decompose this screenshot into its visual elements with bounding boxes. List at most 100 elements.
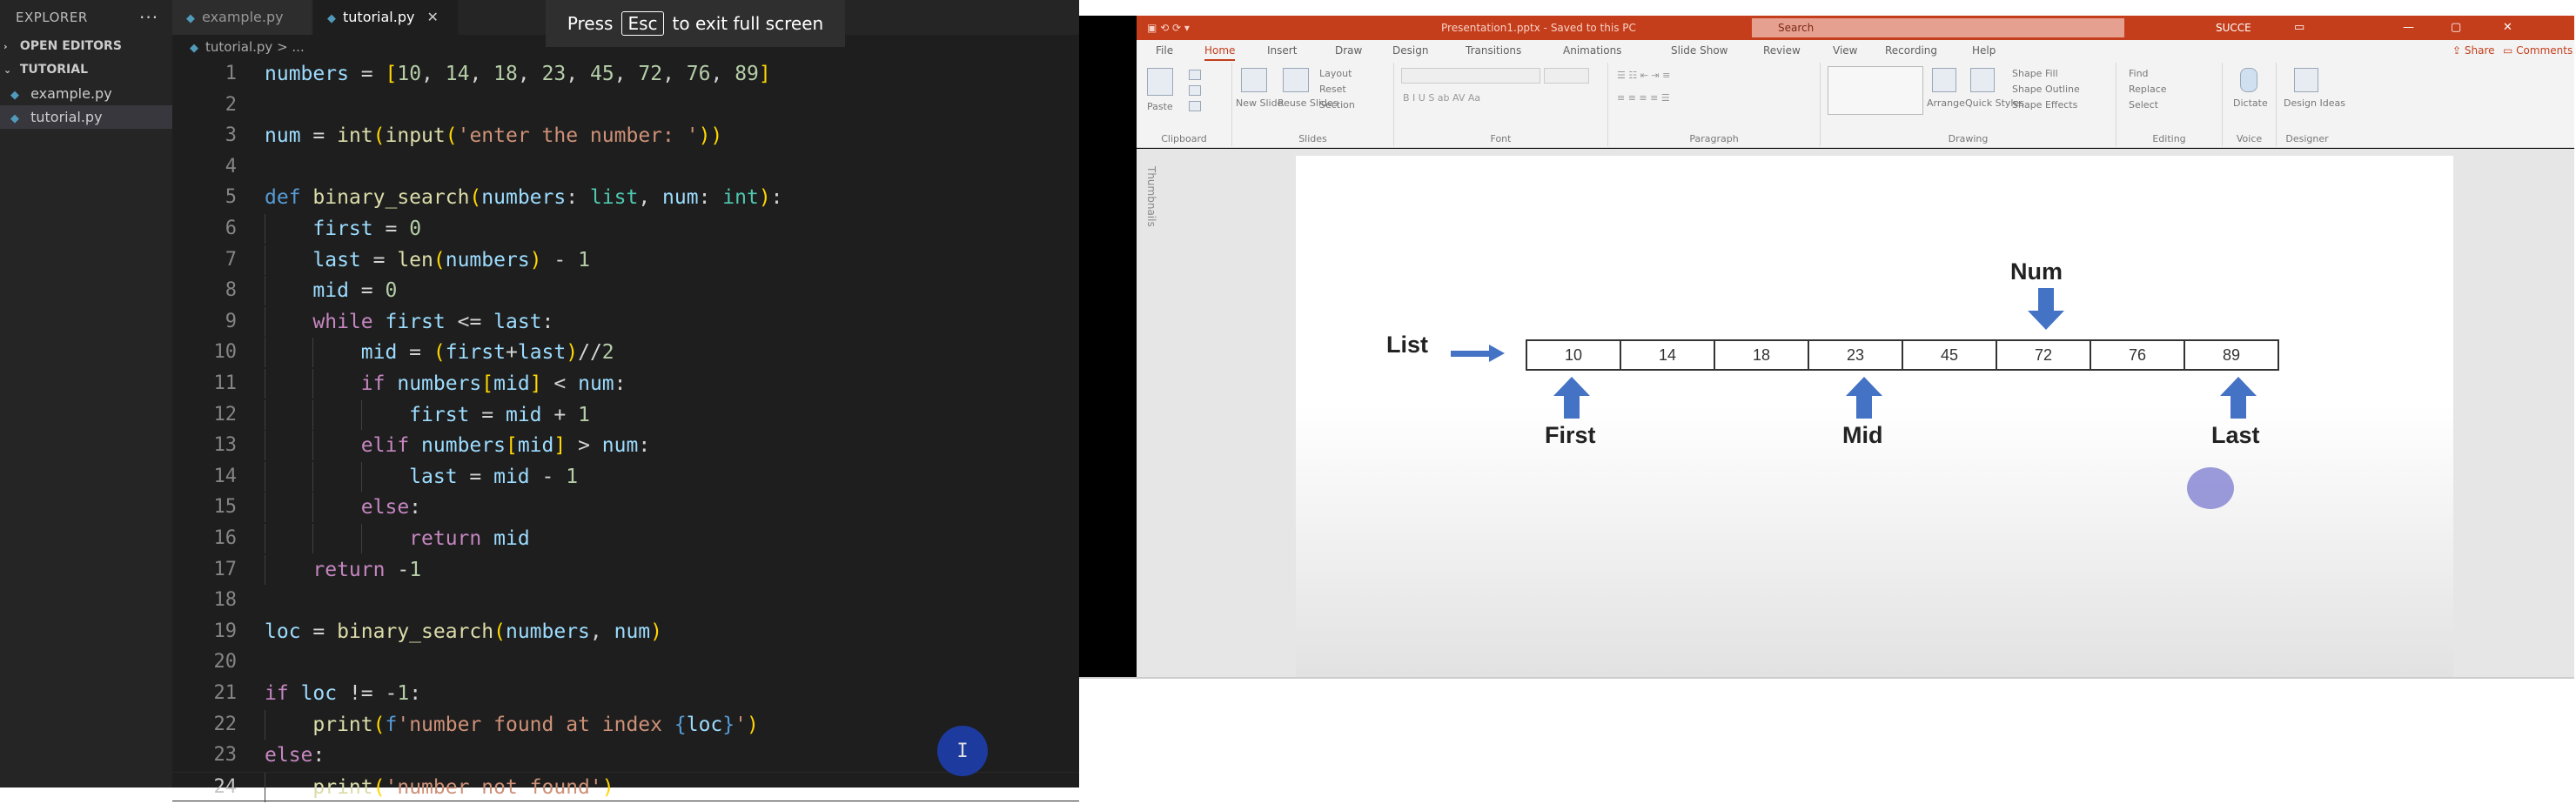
- code-line[interactable]: 13 elif numbers[mid] > num:: [172, 431, 1079, 460]
- designer-icon[interactable]: [2294, 68, 2318, 92]
- code-line[interactable]: 15 else:: [172, 493, 1079, 522]
- font-size-dropdown[interactable]: [1544, 68, 1589, 84]
- code-line[interactable]: 17 return -1: [172, 555, 1079, 585]
- code-line[interactable]: 24 print('number not found'): [172, 772, 1079, 802]
- code-text: first = 0: [312, 218, 422, 240]
- arrange-icon[interactable]: [1932, 68, 1956, 92]
- tab-recording[interactable]: Recording: [1885, 40, 1937, 61]
- line-number: 9: [225, 311, 237, 332]
- tab-design[interactable]: Design: [1392, 40, 1428, 61]
- code-line[interactable]: 14 last = mid - 1: [172, 462, 1079, 492]
- shape-fill-button[interactable]: Shape Fill: [2012, 68, 2058, 79]
- select-button[interactable]: Select: [2129, 99, 2158, 111]
- new-slide-button[interactable]: New Slide: [1236, 97, 1283, 109]
- tab-home[interactable]: Home: [1204, 40, 1236, 61]
- tab-review[interactable]: Review: [1763, 40, 1801, 61]
- code-text: elif numbers[mid] > num:: [360, 434, 651, 457]
- tab-tutorial-py[interactable]: ◆ tutorial.py ✕: [313, 0, 458, 35]
- code-line[interactable]: 4: [172, 152, 1079, 182]
- line-number: 11: [213, 372, 238, 394]
- file-tutorial-py[interactable]: ◆ tutorial.py: [0, 105, 172, 129]
- tab-view[interactable]: View: [1833, 40, 1857, 61]
- reuse-slides-icon[interactable]: [1283, 68, 1309, 92]
- close-tab-icon[interactable]: ✕: [426, 9, 438, 25]
- more-actions-icon[interactable]: ···: [139, 0, 158, 35]
- format-painter-icon[interactable]: [1189, 101, 1201, 111]
- align-buttons[interactable]: ≡ ≡ ≡ ≡ ☰: [1617, 92, 1670, 104]
- code-line[interactable]: 6 first = 0: [172, 214, 1079, 244]
- code-line[interactable]: 2: [172, 90, 1079, 120]
- shape-effects-button[interactable]: Shape Effects: [2012, 99, 2077, 111]
- powerpoint-window: ▣ ⟲ ⟳ ▾ Presentation1.pptx - Saved to th…: [1079, 16, 2574, 677]
- share-button[interactable]: ⇪ Share: [2452, 42, 2495, 59]
- code-line[interactable]: 21 if loc != -1:: [172, 679, 1079, 708]
- code-line[interactable]: 10 mid = (first+last)//2: [172, 338, 1079, 367]
- array-cell: 23: [1808, 339, 1903, 371]
- comments-button[interactable]: ▭ Comments: [2503, 42, 2573, 59]
- shapes-gallery[interactable]: [1828, 66, 1923, 115]
- file-example-py[interactable]: ◆ example.py: [0, 82, 172, 105]
- quick-access-toolbar[interactable]: ▣ ⟲ ⟳ ▾: [1147, 16, 1190, 40]
- new-slide-icon[interactable]: [1241, 68, 1267, 92]
- tab-example-py[interactable]: ◆ example.py: [172, 0, 312, 35]
- code-line[interactable]: 5 def binary_search(numbers: list, num: i…: [172, 183, 1079, 212]
- list-buttons[interactable]: ☰ ☷ ⇤ ⇥ ≡: [1617, 70, 1670, 81]
- tab-animations[interactable]: Animations: [1563, 40, 1621, 61]
- font-name-dropdown[interactable]: [1401, 68, 1540, 84]
- reset-button[interactable]: Reset: [1319, 84, 1346, 95]
- copy-icon[interactable]: [1189, 85, 1201, 96]
- tab-slide-show[interactable]: Slide Show: [1671, 40, 1727, 61]
- code-line[interactable]: 12 first = mid + 1: [172, 400, 1079, 430]
- cut-icon[interactable]: [1189, 70, 1201, 80]
- tutorial-folder[interactable]: ⌄ TUTORIAL: [0, 58, 172, 82]
- paste-button[interactable]: Paste: [1147, 101, 1173, 112]
- code-line[interactable]: 18: [172, 586, 1079, 615]
- line-number: 23: [213, 744, 238, 766]
- design-ideas-button[interactable]: Design Ideas: [2284, 97, 2345, 109]
- tab-file[interactable]: File: [1156, 40, 1173, 61]
- code-line[interactable]: 8 mid = 0: [172, 276, 1079, 305]
- code-line[interactable]: 11 if numbers[mid] < num:: [172, 369, 1079, 399]
- ribbon-display-icon[interactable]: ▭: [2294, 16, 2304, 40]
- tab-help[interactable]: Help: [1972, 40, 1996, 61]
- user-name[interactable]: SUCCE: [2216, 16, 2251, 40]
- python-file-icon: ◆: [10, 89, 19, 102]
- code-line[interactable]: 20: [172, 647, 1079, 677]
- layout-button[interactable]: Layout: [1319, 68, 1352, 79]
- code-line[interactable]: 19 loc = binary_search(numbers, num): [172, 617, 1079, 647]
- font-format-buttons[interactable]: B I U S ab AV Aa: [1403, 92, 1480, 104]
- close-icon[interactable]: ✕: [2503, 16, 2512, 40]
- code-line[interactable]: 1 numbers = [10, 14, 18, 23, 45, 72, 76, …: [172, 59, 1079, 89]
- code-line[interactable]: 7 last = len(numbers) - 1: [172, 245, 1079, 275]
- section-button[interactable]: Section: [1319, 99, 1355, 111]
- open-editors-section[interactable]: › OPEN EDITORS: [0, 35, 172, 58]
- shape-outline-button[interactable]: Shape Outline: [2012, 84, 2080, 95]
- voice-group: Dictate Voice: [2223, 63, 2277, 146]
- maximize-icon[interactable]: ▢: [2451, 16, 2461, 40]
- group-label: Font: [1490, 133, 1512, 144]
- find-button[interactable]: Find: [2129, 68, 2149, 79]
- arrange-button[interactable]: Arrange: [1927, 97, 1965, 109]
- last-label: Last: [2211, 422, 2260, 448]
- tab-insert[interactable]: Insert: [1267, 40, 1297, 61]
- line-number: 22: [213, 714, 238, 735]
- microphone-icon[interactable]: [2240, 68, 2257, 92]
- font-group: B I U S ab AV Aa Font: [1394, 63, 1608, 146]
- paste-icon[interactable]: [1147, 68, 1173, 96]
- code-line[interactable]: 9 while first <= last:: [172, 307, 1079, 337]
- slide-canvas[interactable]: List 10 14 18 23 45 72 76 89 Num First M…: [1296, 156, 2453, 677]
- code-line[interactable]: 16 return mid: [172, 524, 1079, 553]
- search-box[interactable]: Search: [1752, 18, 2124, 37]
- tab-draw[interactable]: Draw: [1335, 40, 1362, 61]
- minimize-icon[interactable]: —: [2403, 16, 2414, 40]
- thumbnails-pane-label[interactable]: Thumbnails: [1145, 166, 1157, 227]
- python-file-icon: ◆: [10, 112, 19, 125]
- code-line[interactable]: 3 num = int(input('enter the number: ')): [172, 121, 1079, 151]
- replace-button[interactable]: Replace: [2129, 84, 2167, 95]
- code-text: return mid: [409, 527, 530, 550]
- tab-transitions[interactable]: Transitions: [1466, 40, 1521, 61]
- dictate-button[interactable]: Dictate: [2233, 97, 2268, 109]
- quick-styles-icon[interactable]: [1970, 68, 1995, 92]
- open-editors-label: OPEN EDITORS: [19, 39, 122, 53]
- code-editor[interactable]: 1 numbers = [10, 14, 18, 23, 45, 72, 76, …: [172, 59, 1079, 802]
